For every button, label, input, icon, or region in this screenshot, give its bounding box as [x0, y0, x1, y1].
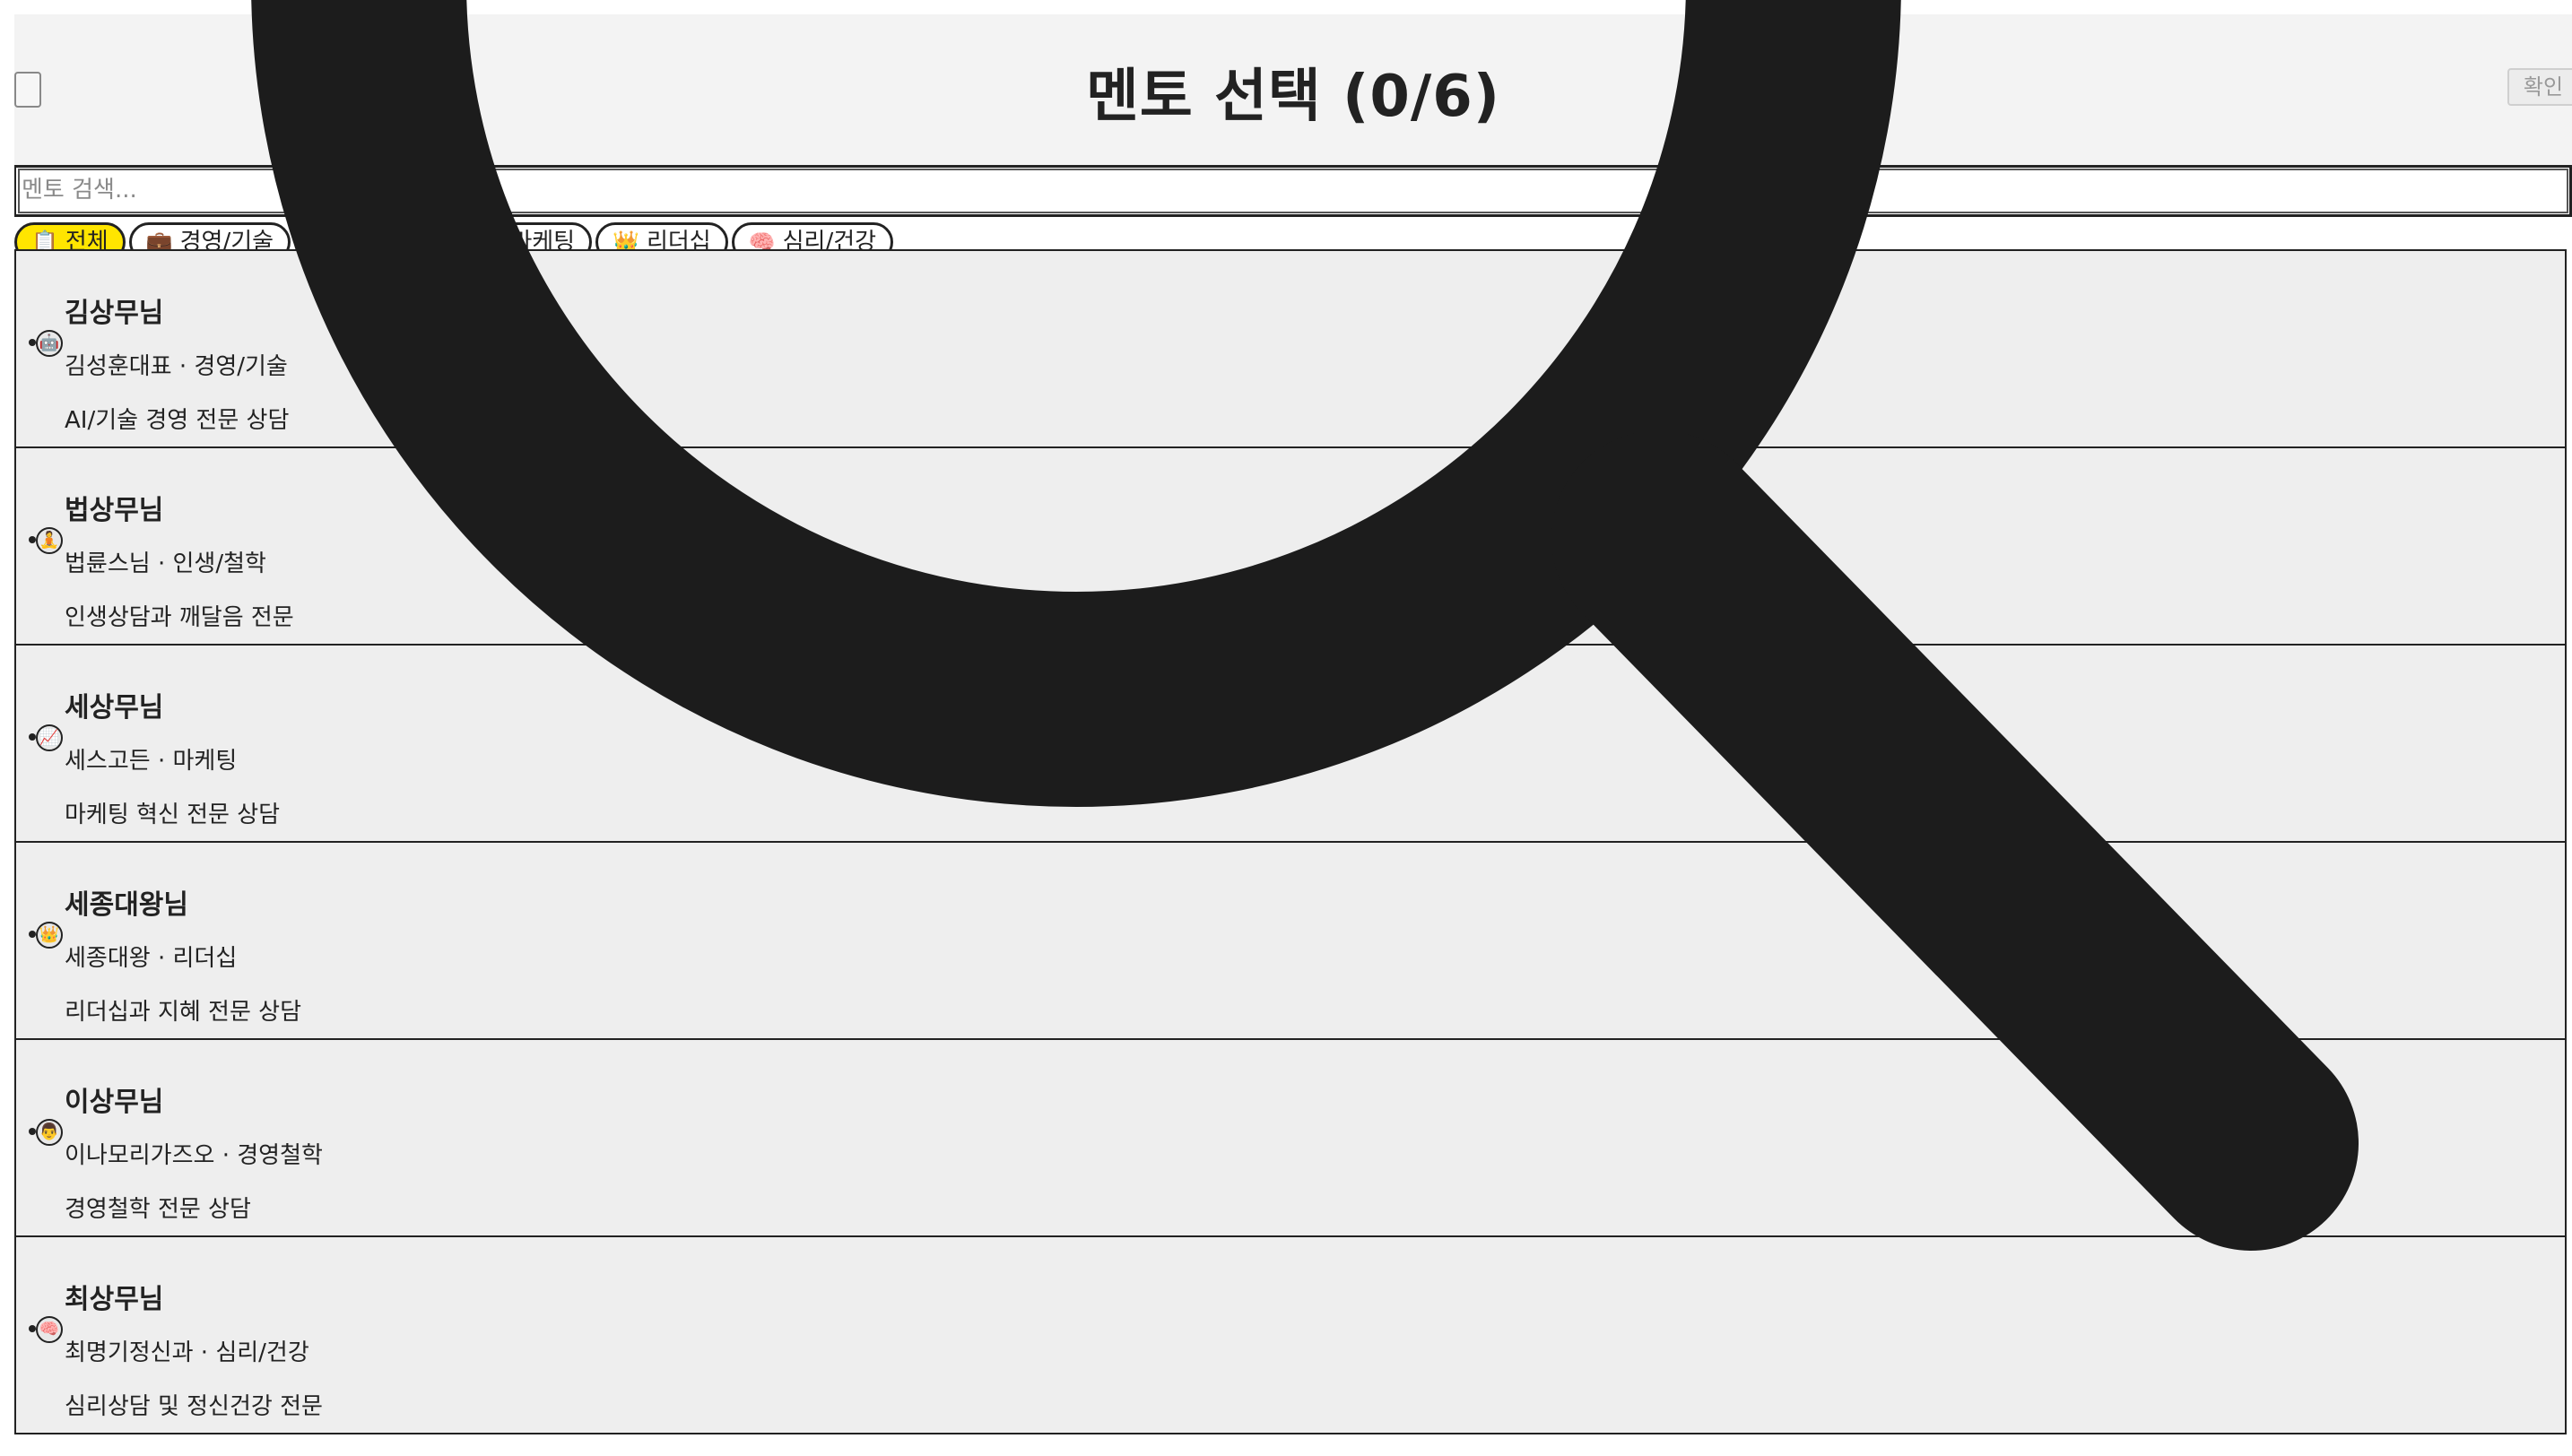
crown-icon: 👑	[36, 922, 63, 949]
meditation-icon: 🧘	[36, 527, 63, 554]
mentor-card[interactable]: 김상무님 🤖 김성훈대표 · 경영/기술 AI/기술 경영 전문 상담	[14, 249, 2567, 448]
confirm-button[interactable]: 확인	[2507, 68, 2572, 106]
mentor-meta: 세스고든 · 마케팅	[65, 748, 238, 775]
mentor-name: 김상무님	[65, 298, 164, 329]
mentor-meta: 김성훈대표 · 경영/기술	[65, 353, 288, 380]
mentor-card[interactable]: 세상무님 📈 세스고든 · 마케팅 마케팅 혁신 전문 상담	[14, 646, 2567, 843]
mentor-select-screen: 멘토 선택 (0/6) 확인 멘토 검색... 📋 전체 💼 경영/기술 🧘 인…	[14, 14, 2572, 1456]
mentor-description: 리더십과 지혜 전문 상담	[65, 999, 301, 1026]
mentor-card[interactable]: 최상무님 🧠 최명기정신과 · 심리/건강 심리상담 및 정신건강 전문	[14, 1237, 2567, 1434]
mentor-description: 인생상담과 깨달음 전문	[65, 604, 294, 631]
mentor-description: 경영철학 전문 상담	[65, 1196, 251, 1223]
brain-icon: 🧠	[36, 1316, 63, 1343]
page-title: 멘토 선택 (0/6)	[1085, 64, 1501, 130]
mentor-meta: 최명기정신과 · 심리/건강	[65, 1339, 309, 1366]
mentor-name: 세종대왕님	[65, 889, 188, 921]
header: 멘토 선택 (0/6) 확인	[14, 14, 2572, 165]
mentor-name: 이상무님	[65, 1087, 164, 1118]
robot-icon: 🤖	[36, 330, 63, 357]
mentor-list: 김상무님 🤖 김성훈대표 · 경영/기술 AI/기술 경영 전문 상담 법상무님…	[14, 249, 2567, 1434]
search-input[interactable]: 멘토 검색...	[14, 165, 2572, 217]
select-radio[interactable]	[29, 339, 36, 346]
mentor-name: 최상무님	[65, 1284, 164, 1315]
select-radio[interactable]	[29, 1128, 36, 1135]
mentor-meta: 이나모리가즈오 · 경영철학	[65, 1142, 323, 1169]
mentor-name: 세상무님	[65, 692, 164, 724]
select-radio[interactable]	[29, 536, 36, 543]
mentor-card[interactable]: 이상무님 👨 이나모리가즈오 · 경영철학 경영철학 전문 상담	[14, 1040, 2567, 1237]
mentor-meta: 세종대왕 · 리더십	[65, 945, 238, 972]
mentor-card[interactable]: 세종대왕님 👑 세종대왕 · 리더십 리더십과 지혜 전문 상담	[14, 843, 2567, 1040]
mentor-description: 마케팅 혁신 전문 상담	[65, 802, 281, 828]
mentor-name: 법상무님	[65, 495, 164, 526]
mentor-description: AI/기술 경영 전문 상담	[65, 407, 290, 434]
chart-up-icon: 📈	[36, 724, 63, 751]
mentor-description: 심리상담 및 정신건강 전문	[65, 1393, 323, 1420]
mentor-meta: 법륜스님 · 인생/철학	[65, 550, 266, 577]
select-radio[interactable]	[29, 1325, 36, 1332]
select-radio[interactable]	[29, 931, 36, 938]
select-radio[interactable]	[29, 733, 36, 741]
person-icon: 👨	[36, 1119, 63, 1146]
mentor-card[interactable]: 법상무님 🧘 법륜스님 · 인생/철학 인생상담과 깨달음 전문	[14, 448, 2567, 646]
